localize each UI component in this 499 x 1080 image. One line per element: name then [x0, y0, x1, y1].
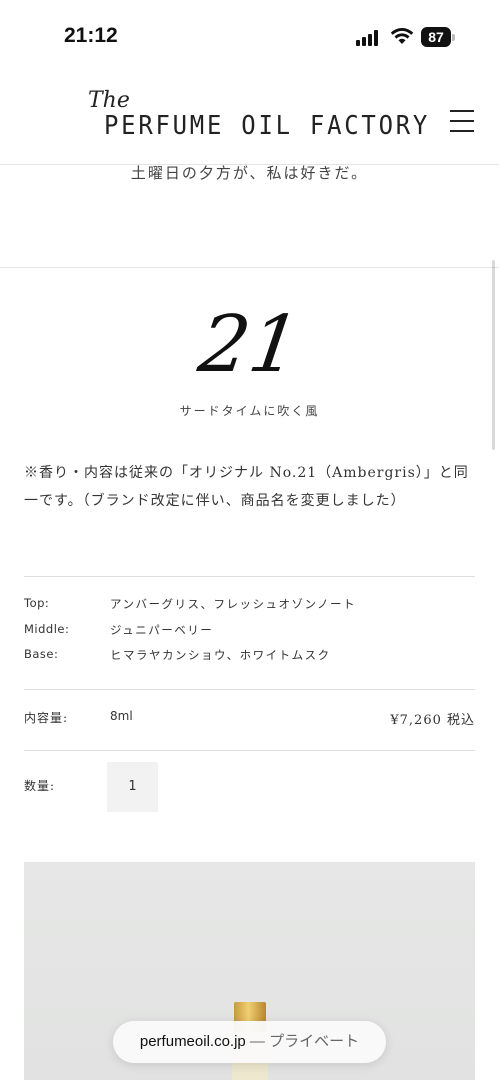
logo-wordmark: PERFUME OIL FACTORY [104, 111, 431, 141]
quantity-label: 数量: [24, 779, 56, 793]
price-bottom-rule [24, 750, 475, 751]
browser-address-bar[interactable]: perfumeoil.co.jp — プライベート [113, 1021, 386, 1063]
notes-top-rule [24, 576, 475, 577]
volume-row: 内容量: 8ml ¥7,260 税込 [24, 709, 475, 729]
fragrance-notes: Top: アンバーグリス、フレッシュオゾンノート Middle: ジュニパーベリ… [24, 596, 475, 673]
note-value: アンバーグリス、フレッシュオゾンノート [110, 597, 356, 611]
hamburger-menu-icon[interactable] [450, 110, 474, 132]
site-header: The PERFUME OIL FACTORY [0, 70, 499, 165]
battery-level: 87 [421, 27, 451, 47]
note-label: Top: [24, 596, 50, 610]
url-separator: — [245, 1033, 270, 1050]
site-logo[interactable]: The PERFUME OIL FACTORY [88, 88, 427, 148]
url-domain: perfumeoil.co.jp [139, 1033, 246, 1050]
quantity-input[interactable]: 1 [107, 762, 158, 812]
status-bar: 21:12 87 [0, 0, 499, 70]
notes-bottom-rule [24, 689, 475, 690]
wifi-icon [390, 26, 414, 46]
note-row-base: Base: ヒマラヤカンショウ、ホワイトムスク [24, 647, 475, 673]
battery-icon: 87 [421, 27, 455, 47]
logo-the: The [88, 88, 130, 113]
product-subtitle: サードタイムに吹く風 [179, 404, 320, 418]
note-row-top: Top: アンバーグリス、フレッシュオゾンノート [24, 596, 475, 622]
note-label: Middle: [24, 621, 70, 636]
scrollbar[interactable] [492, 260, 495, 450]
volume-value: 8ml [110, 709, 133, 723]
note-label: Base: [24, 647, 59, 661]
note-value: ヒマラヤカンショウ、ホワイトムスク [110, 648, 331, 662]
volume-label: 内容量: [24, 711, 69, 725]
note-row-middle: Middle: ジュニパーベリー [24, 622, 475, 648]
note-value: ジュニパーベリー [110, 622, 214, 637]
tagline-text: 土曜日の夕方が、私は好きだ。 [130, 164, 369, 182]
browsing-mode-label: プライベート [269, 1033, 360, 1050]
product-number: 21 [193, 300, 306, 390]
product-note: ※香り・内容は従来の「オリジナル No.21（Ambergris）」と同一です。… [24, 465, 469, 509]
status-time: 21:12 [64, 24, 118, 47]
signal-icon [356, 30, 382, 46]
price: ¥7,260 税込 [390, 713, 475, 728]
section-divider [0, 267, 499, 268]
